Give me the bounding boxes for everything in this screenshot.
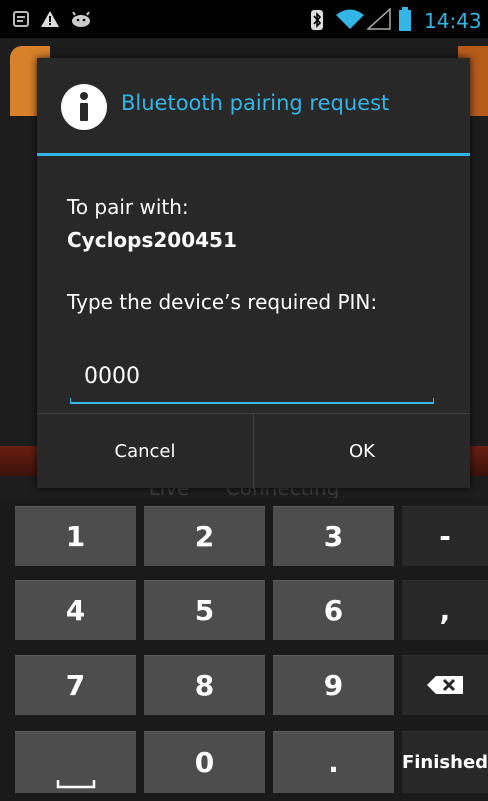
signal-icon [366,7,391,34]
finished-button[interactable]: Finished [402,731,488,793]
space-key[interactable] [15,731,136,793]
backspace-icon [426,669,464,702]
key-comma[interactable]: , [402,580,488,640]
key-4[interactable]: 4 [15,580,136,640]
device-name: Cyclops200451 [67,228,237,252]
key-7[interactable]: 7 [15,655,136,715]
cancel-button[interactable]: Cancel [37,414,253,489]
dialog-title: Bluetooth pairing request [121,91,390,115]
wifi-icon [335,8,365,34]
key-2[interactable]: 2 [144,506,265,566]
pin-input-underline [70,398,434,404]
info-icon [60,83,108,131]
clock: 14:43 [424,9,482,33]
android-icon [70,10,92,32]
bluetooth-pairing-dialog: Bluetooth pairing request To pair with: … [37,58,470,489]
key-minus[interactable]: - [402,506,488,566]
key-0[interactable]: 0 [144,731,265,793]
key-3[interactable]: 3 [273,506,394,566]
dialog-buttons: Cancel OK [37,413,470,489]
key-6[interactable]: 6 [273,580,394,640]
title-divider [37,153,470,156]
dialog-header: Bluetooth pairing request [37,58,470,154]
backspace-key[interactable] [402,655,488,715]
key-1[interactable]: 1 [15,506,136,566]
status-bar: 14:43 [0,0,488,38]
key-9[interactable]: 9 [273,655,394,715]
pair-with-label: To pair with: [67,195,189,219]
ok-button[interactable]: OK [253,414,470,489]
warning-icon [40,10,60,32]
pin-input[interactable] [70,354,434,398]
screen: 14:43 Live Connecting Bluetooth pairing … [0,0,488,801]
bluetooth-icon [310,10,324,34]
space-icon [56,763,96,796]
numeric-keypad: 1 2 3 - 4 5 6 , 7 8 9 0 . Finished [0,498,488,801]
notification-icon [12,10,30,32]
battery-icon [398,7,412,35]
key-8[interactable]: 8 [144,655,265,715]
key-period[interactable]: . [273,731,394,793]
key-5[interactable]: 5 [144,580,265,640]
pin-prompt: Type the device’s required PIN: [67,290,378,314]
